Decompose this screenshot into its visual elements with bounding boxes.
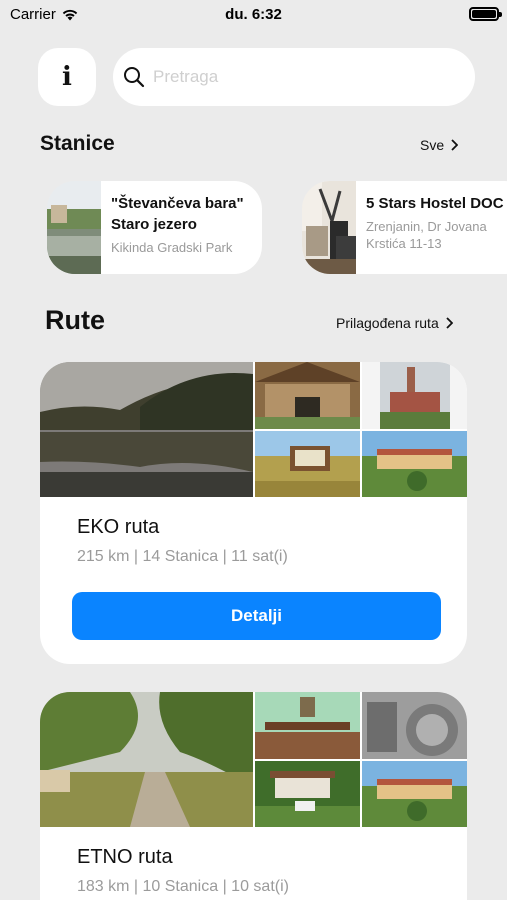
station-card-1[interactable]: "Števančeva bara" Staro jezero Kikinda G… (47, 181, 262, 274)
custom-route-label: Prilagođena ruta (336, 315, 439, 331)
station-address: Zrenjanin, Dr Jovana Krstića 11-13 (366, 219, 487, 251)
station-thumbnail (47, 181, 101, 274)
route-photo-tile (255, 431, 360, 497)
status-bar: Carrier du. 6:32 (0, 0, 507, 30)
route-card-eko[interactable]: EKO ruta 215 km | 14 Stanica | 11 sat(i)… (40, 362, 467, 664)
custom-route-link[interactable]: Prilagođena ruta (336, 315, 453, 331)
see-all-label: Sve (420, 137, 445, 153)
route-photo-tile (362, 431, 467, 497)
see-all-stations-link[interactable]: Sve (420, 137, 459, 153)
route-photo-main (40, 692, 253, 827)
route-photo-tile (255, 761, 360, 827)
route-name: ETNO ruta (77, 846, 173, 868)
station-name: "Števančeva bara" Staro jezero (111, 195, 244, 233)
battery-icon (469, 7, 502, 21)
route-photo-tile (362, 362, 467, 429)
route-photo-tile (362, 761, 467, 827)
search-bar[interactable] (113, 48, 475, 106)
station-address: Kikinda Gradski Park (111, 240, 233, 255)
info-icon: i (62, 62, 72, 92)
route-photo-main (40, 362, 253, 497)
route-name: EKO ruta (77, 516, 160, 538)
route-photo-mosaic (40, 692, 467, 827)
status-time: du. 6:32 (225, 6, 282, 23)
route-photo-tile (362, 692, 467, 759)
station-name: 5 Stars Hostel DOC (366, 195, 504, 212)
route-details-button[interactable]: Detalji (72, 592, 441, 640)
search-input[interactable] (153, 67, 433, 87)
app-screen: Carrier du. 6:32 i Stanice Sve (0, 0, 507, 900)
route-card-etno[interactable]: ETNO ruta 183 km | 10 Stanica | 10 sat(i… (40, 692, 467, 900)
route-photo-mosaic (40, 362, 467, 497)
station-card-2[interactable]: 5 Stars Hostel DOC Zrenjanin, Dr Jovana … (302, 181, 507, 274)
chevron-right-icon (451, 139, 459, 151)
route-meta: 215 km | 14 Stanica | 11 sat(i) (77, 548, 288, 565)
search-icon (124, 67, 145, 88)
stations-title: Stanice (40, 132, 115, 155)
info-button[interactable]: i (38, 48, 96, 106)
station-thumbnail (302, 181, 356, 274)
route-photo-tile (255, 362, 360, 429)
routes-title: Rute (45, 305, 105, 335)
chevron-right-icon (446, 317, 453, 329)
route-meta: 183 km | 10 Stanica | 10 sat(i) (77, 878, 289, 895)
route-photo-tile (255, 692, 360, 759)
